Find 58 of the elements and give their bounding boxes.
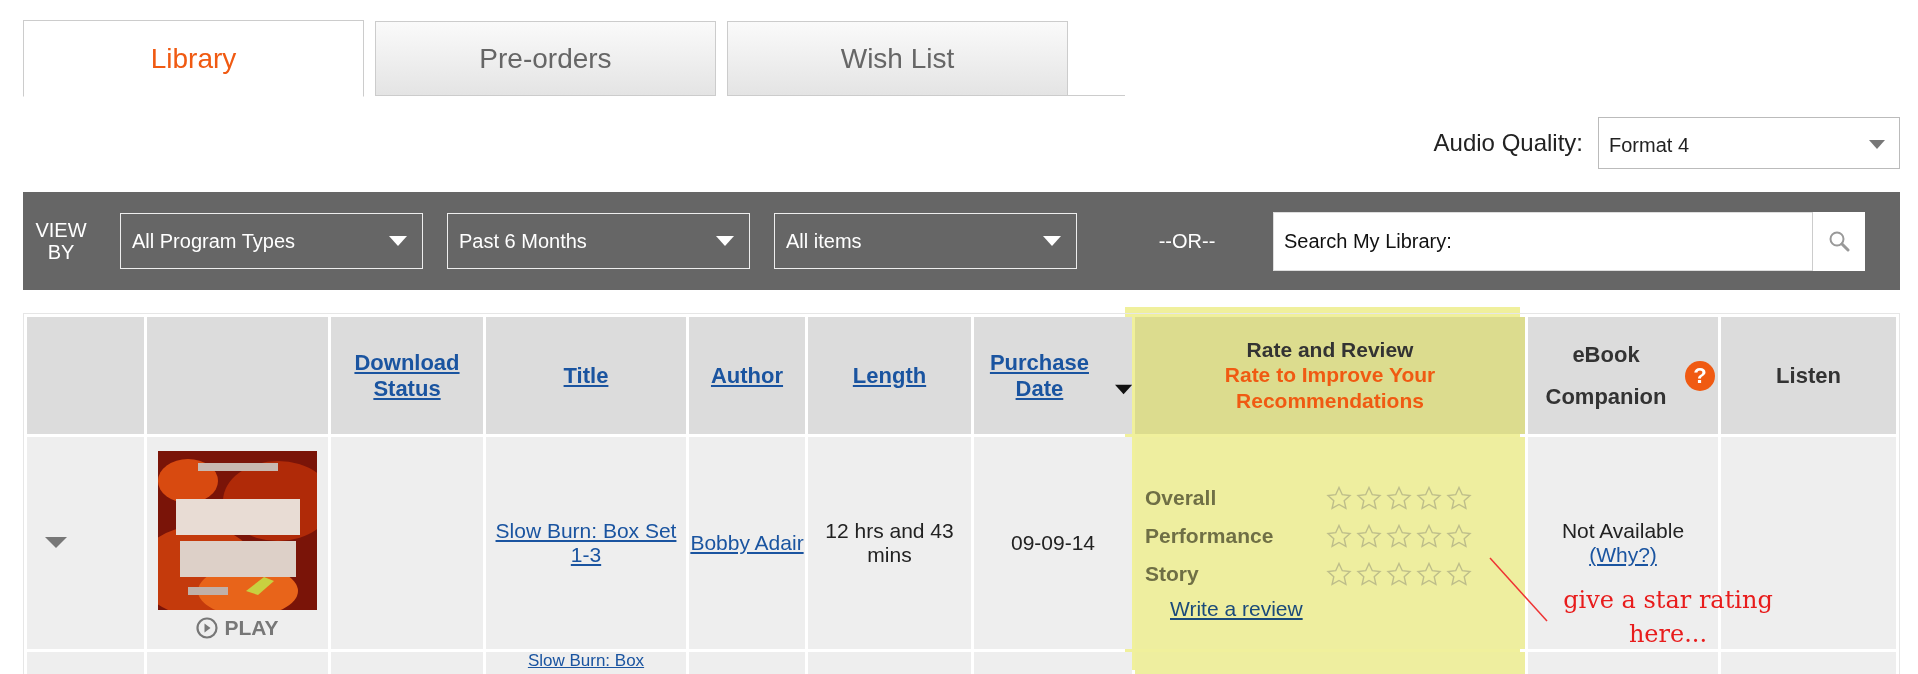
column-sort-link[interactable]: Author <box>710 362 784 389</box>
column-sort-link[interactable]: Download Status <box>331 349 483 402</box>
column-title: Listen <box>1776 362 1841 388</box>
rating-label: Overall <box>1145 486 1218 510</box>
leader-line <box>1489 557 1549 623</box>
length-text: 12 hrs and 43 mins <box>825 519 954 566</box>
star-icon[interactable] <box>1446 486 1472 510</box>
rating-label: Performance <box>1145 524 1275 548</box>
expand-caret-icon[interactable] <box>45 537 67 549</box>
audio-quality-label: Audio Quality: <box>1433 129 1583 157</box>
tab[interactable]: Pre-orders <box>375 21 716 96</box>
star-icon[interactable] <box>1416 486 1442 510</box>
column-sort-link[interactable]: Purchase Date <box>974 349 1105 402</box>
play-button[interactable]: PLAY <box>196 615 279 640</box>
write-review-link[interactable]: Write a review <box>1170 597 1303 621</box>
annotation-text: give a star rating here... <box>1562 585 1774 650</box>
caret-icon <box>1043 235 1061 247</box>
filter-select[interactable]: All items <box>774 213 1077 269</box>
column-subtitle: Rate to Improve Your Recommendations <box>1223 361 1437 414</box>
column-title: eBook Companion <box>1544 340 1668 411</box>
column-title: Rate and Review <box>1245 337 1415 362</box>
book-title-link[interactable]: Slow Burn: Box <box>527 652 645 669</box>
star-icon[interactable] <box>1416 524 1442 548</box>
search-button[interactable] <box>1812 211 1865 271</box>
ebook-status: Not Available <box>1560 519 1686 543</box>
search-field[interactable]: Search My Library: <box>1273 211 1812 271</box>
view-by-label: VIEW BY <box>34 219 88 263</box>
star-icon[interactable] <box>1326 524 1352 548</box>
star-icon[interactable] <box>1446 524 1472 548</box>
caret-icon <box>716 235 734 247</box>
star-icon[interactable] <box>1386 486 1412 510</box>
star-icon[interactable] <box>1326 562 1352 586</box>
tab[interactable]: Library <box>23 20 364 97</box>
or-label: --OR-- <box>1157 229 1217 253</box>
star-icon[interactable] <box>1386 524 1412 548</box>
column-sort-link[interactable]: Title <box>563 362 609 389</box>
caret-icon <box>1869 140 1885 150</box>
rating-label: Story <box>1145 562 1200 586</box>
star-icon[interactable] <box>1446 562 1472 586</box>
star-icon[interactable] <box>1356 486 1382 510</box>
date-text: 09-09-14 <box>1010 531 1096 554</box>
tab[interactable]: Wish List <box>727 21 1068 96</box>
star-icon[interactable] <box>1326 486 1352 510</box>
filter-select[interactable]: All Program Types <box>120 213 423 269</box>
book-title-link[interactable]: Slow Burn: Box Set 1-3 <box>486 519 686 567</box>
star-icon[interactable] <box>1356 524 1382 548</box>
play-circle-icon <box>196 616 219 639</box>
search-icon <box>1828 230 1850 252</box>
filter-select[interactable]: Past 6 Months <box>447 213 750 269</box>
star-icon[interactable] <box>1356 562 1382 586</box>
caret-icon <box>389 235 407 247</box>
why-link[interactable]: (Why?) <box>1589 543 1657 566</box>
audio-quality-select[interactable]: Format 4 <box>1598 117 1900 169</box>
author-name-link[interactable]: Bobby Adair <box>690 531 804 555</box>
help-icon[interactable]: ? <box>1685 360 1715 391</box>
star-icon[interactable] <box>1416 562 1442 586</box>
star-icon[interactable] <box>1386 562 1412 586</box>
column-sort-link[interactable]: Length <box>852 362 927 389</box>
